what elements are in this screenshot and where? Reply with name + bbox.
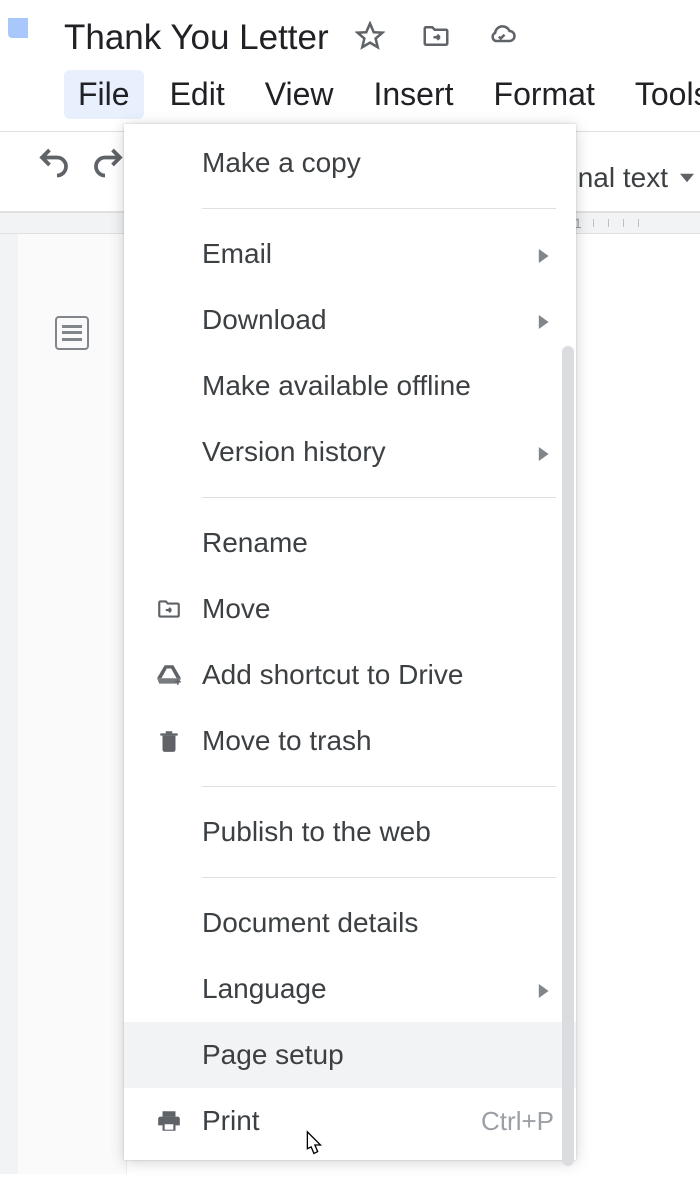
trash-icon <box>154 728 184 754</box>
submenu-arrow-icon <box>536 304 554 336</box>
star-icon[interactable] <box>355 21 385 56</box>
menu-item-publish-to-the-web[interactable]: Publish to the web <box>124 799 576 865</box>
menu-item-label: Version history <box>202 436 536 468</box>
menu-item-rename[interactable]: Rename <box>124 510 576 576</box>
menu-item-label: Move to trash <box>202 725 554 757</box>
menu-item-make-a-copy[interactable]: Make a copy <box>124 130 576 196</box>
dropdown-scrollbar[interactable] <box>562 346 574 1166</box>
menu-format[interactable]: Format <box>480 70 609 119</box>
menu-item-language[interactable]: Language <box>124 956 576 1022</box>
cloud-saved-icon[interactable] <box>487 21 517 56</box>
submenu-arrow-icon <box>536 436 554 468</box>
menu-item-label: Email <box>202 238 536 270</box>
paragraph-style-select[interactable]: nal text <box>578 162 694 194</box>
menu-item-label: Make a copy <box>202 147 554 179</box>
menu-tools[interactable]: Tools <box>621 70 700 119</box>
menu-item-download[interactable]: Download <box>124 287 576 353</box>
menu-item-print[interactable]: PrintCtrl+P <box>124 1088 576 1154</box>
submenu-arrow-icon <box>536 238 554 270</box>
menu-item-label: Add shortcut to Drive <box>202 659 554 691</box>
menu-item-label: Download <box>202 304 536 336</box>
menu-separator <box>202 786 556 787</box>
redo-icon[interactable] <box>90 144 126 185</box>
menu-item-label: Document details <box>202 907 554 939</box>
menu-item-page-setup[interactable]: Page setup <box>124 1022 576 1088</box>
document-title[interactable]: Thank You Letter <box>64 18 329 58</box>
menu-item-label: Page setup <box>202 1039 554 1071</box>
menu-separator <box>202 877 556 878</box>
svg-text:+: + <box>174 675 181 688</box>
menubar: FileEditViewInsert FormatTools <box>64 70 700 119</box>
menu-separator <box>202 497 556 498</box>
menu-item-make-available-offline[interactable]: Make available offline <box>124 353 576 419</box>
menu-view[interactable]: View <box>251 70 348 119</box>
submenu-arrow-icon <box>536 973 554 1005</box>
menu-item-move[interactable]: Move <box>124 576 576 642</box>
menu-file[interactable]: File <box>64 70 144 119</box>
menu-item-label: Move <box>202 593 554 625</box>
menu-item-document-details[interactable]: Document details <box>124 890 576 956</box>
menu-item-label: Publish to the web <box>202 816 554 848</box>
menu-insert[interactable]: Insert <box>359 70 467 119</box>
menu-item-label: Make available offline <box>202 370 554 402</box>
menu-separator <box>202 208 556 209</box>
file-menu-dropdown: Make a copy Email Download Make available o… <box>124 124 576 1160</box>
folder-arrow-icon <box>154 596 184 622</box>
move-folder-icon[interactable] <box>421 21 451 56</box>
menu-item-move-to-trash[interactable]: Move to trash <box>124 708 576 774</box>
print-icon <box>154 1108 184 1134</box>
menu-shortcut: Ctrl+P <box>481 1106 554 1137</box>
menu-item-email[interactable]: Email <box>124 221 576 287</box>
menu-item-add-shortcut-to-drive[interactable]: + Add shortcut to Drive <box>124 642 576 708</box>
menu-item-label: Print <box>202 1105 481 1137</box>
drive-plus-icon: + <box>154 662 184 688</box>
outline-toggle-icon[interactable] <box>55 316 89 350</box>
undo-icon[interactable] <box>36 144 72 185</box>
cursor-pointer-icon <box>298 1130 328 1165</box>
menu-item-version-history[interactable]: Version history <box>124 419 576 485</box>
menu-edit[interactable]: Edit <box>156 70 239 119</box>
menu-item-label: Language <box>202 973 536 1005</box>
menu-item-label: Rename <box>202 527 554 559</box>
